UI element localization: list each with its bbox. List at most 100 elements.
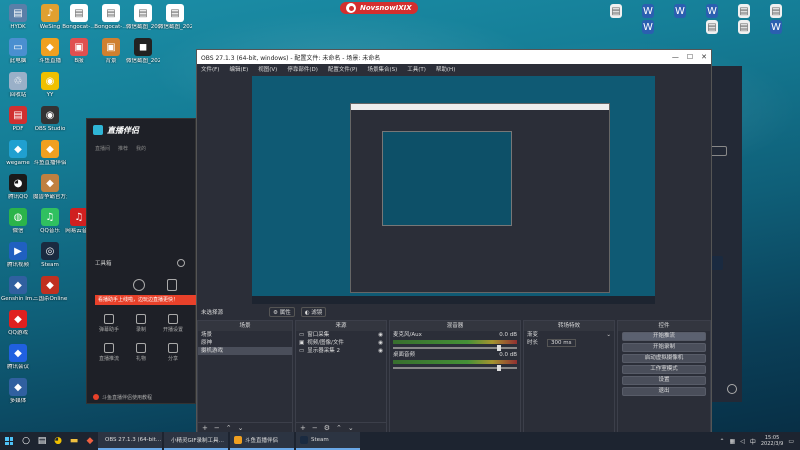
desktop-icon[interactable]: ▶ 腾讯视频 bbox=[1, 242, 35, 268]
menu-item[interactable]: 编辑(E) bbox=[229, 65, 248, 73]
document-icon[interactable]: W bbox=[668, 4, 692, 20]
eye-icon[interactable]: ◉ bbox=[378, 348, 383, 354]
volume-icon[interactable]: ◁ bbox=[740, 438, 745, 445]
desktop-icon[interactable]: ▭ 此电脑 bbox=[1, 38, 35, 64]
desktop-icon[interactable]: ▣ B服 bbox=[62, 38, 96, 64]
add-icon[interactable] bbox=[727, 384, 737, 394]
eye-icon[interactable]: ◉ bbox=[378, 340, 383, 346]
eye-icon[interactable]: ◉ bbox=[378, 332, 383, 338]
desktop-icon[interactable]: ▤ Bongocat-… bbox=[94, 4, 128, 30]
transition-duration[interactable]: 时长 300 ms bbox=[524, 339, 614, 347]
close-icon[interactable]: ✕ bbox=[701, 53, 707, 61]
scene-item[interactable]: 场景 bbox=[198, 331, 292, 339]
document-icon[interactable]: W bbox=[764, 20, 788, 36]
desktop-icon[interactable]: ▤ 微信截图_2022… bbox=[126, 4, 160, 30]
folder-icon[interactable]: ▬ bbox=[66, 432, 82, 450]
tool-item[interactable]: 直播推流 bbox=[93, 343, 125, 362]
bag-icon[interactable] bbox=[167, 279, 177, 291]
menu-item[interactable]: 视图(V) bbox=[258, 65, 277, 73]
start-recording-button[interactable]: 开始录制 bbox=[622, 343, 706, 352]
start-virtual-camera-button[interactable]: 启动虚拟摄像机 bbox=[622, 354, 706, 363]
document-icon[interactable]: W bbox=[636, 4, 660, 20]
remove-icon[interactable]: − bbox=[214, 424, 220, 432]
tab-mine[interactable]: 我的 bbox=[136, 145, 146, 152]
desktop-icon[interactable]: ◆ 斗鱼直播伴侣 bbox=[33, 140, 67, 166]
add-icon[interactable]: + bbox=[202, 424, 208, 432]
source-item[interactable]: ▭ 显示器采集 2 ◉ bbox=[296, 347, 386, 355]
desktop-icon[interactable]: ◆ 腾讯会议 bbox=[1, 344, 35, 370]
gear-icon[interactable]: ⚙ bbox=[324, 424, 330, 432]
taskbar-task[interactable]: 斗鱼直播伴侣 bbox=[230, 432, 294, 450]
desktop-icon[interactable]: ◉ OBS Studio bbox=[33, 106, 67, 132]
desktop-icon[interactable]: ◆ 魔兽争霸官方对战平台 bbox=[33, 174, 67, 200]
desktop-icon[interactable]: ▤ Bongocat-… bbox=[62, 4, 96, 30]
document-icon[interactable]: ▤ bbox=[732, 20, 756, 36]
add-icon[interactable]: + bbox=[300, 424, 306, 432]
task-view-icon[interactable]: ▤ bbox=[34, 432, 50, 450]
desktop-icon[interactable]: ◕ 腾讯QQ bbox=[1, 174, 35, 200]
settings-button[interactable]: 设置 bbox=[622, 376, 706, 385]
start-button[interactable] bbox=[0, 432, 18, 450]
tool-item[interactable]: 录制 bbox=[125, 314, 157, 333]
live-companion-window[interactable]: 直播伴侣 直播间 推荐 我的 工具箱 看播助手上线啦，边玩边直播更快！ 弹幕助手… bbox=[86, 118, 197, 404]
desktop-icon[interactable]: ◉ YY bbox=[33, 72, 67, 98]
studio-mode-button[interactable]: 工作室模式 bbox=[622, 365, 706, 374]
menu-item[interactable]: 配置文件(P) bbox=[328, 65, 358, 73]
remove-icon[interactable]: − bbox=[312, 424, 318, 432]
desktop-icon[interactable]: ◆ wegame bbox=[1, 140, 35, 166]
document-icon[interactable]: ▤ bbox=[764, 4, 788, 20]
document-icon[interactable]: W bbox=[636, 20, 660, 36]
notification-icon[interactable]: ▭ bbox=[788, 438, 794, 445]
taskbar-task[interactable]: OBS 27.1.3 (64-bit… bbox=[98, 432, 162, 450]
bird-icon[interactable]: ◆ bbox=[82, 432, 98, 450]
chevron-up-icon[interactable]: ⌃ bbox=[336, 424, 342, 432]
tool-item[interactable]: 礼物 bbox=[125, 343, 157, 362]
desktop-icon[interactable]: ◍ 微信 bbox=[1, 208, 35, 234]
maximize-icon[interactable]: ☐ bbox=[687, 53, 693, 61]
menu-item[interactable]: 文件(F) bbox=[201, 65, 219, 73]
filters-button[interactable]: ◐ 滤镜 bbox=[300, 307, 327, 317]
start-streaming-button[interactable]: 开始推流 bbox=[622, 332, 706, 341]
desktop-icon[interactable]: ♲ 回收站 bbox=[1, 72, 35, 98]
menu-item[interactable]: 工具(T) bbox=[407, 65, 426, 73]
taskbar-task[interactable]: 小精灵GIF录制工具… bbox=[164, 432, 228, 450]
network-icon[interactable]: ▦ bbox=[730, 438, 736, 445]
obs-window[interactable]: OBS 27.1.3 (64-bit, windows) - 配置文件: 未命名… bbox=[196, 49, 712, 434]
tool-item[interactable]: 分享 bbox=[157, 343, 189, 362]
taskbar-task[interactable]: Steam bbox=[296, 432, 360, 450]
exit-button[interactable]: 退出 bbox=[622, 387, 706, 396]
chevron-down-icon[interactable]: ⌄ bbox=[238, 424, 244, 432]
tool-item[interactable]: 弹幕助手 bbox=[93, 314, 125, 333]
minimize-icon[interactable]: — bbox=[672, 53, 679, 61]
desktop-icon[interactable]: ◼ 微信截图_2022… bbox=[126, 38, 160, 64]
scene-item[interactable]: 原神 bbox=[198, 339, 292, 347]
document-icon[interactable]: ▤ bbox=[604, 4, 628, 20]
desktop-icon[interactable]: ▤ 微信截图_2022… bbox=[158, 4, 192, 30]
desktop-icon[interactable]: ▤ PDF bbox=[1, 106, 35, 132]
document-icon[interactable]: ▤ bbox=[732, 4, 756, 20]
search-icon[interactable]: ○ bbox=[18, 432, 34, 450]
promo-banner[interactable]: 看播助手上线啦，边玩边直播更快！ bbox=[95, 295, 197, 305]
tab-live-room[interactable]: 直播间 bbox=[95, 145, 110, 152]
clock[interactable]: 15:05 2022/3/9 bbox=[761, 435, 783, 447]
chevron-up-icon[interactable]: ⌃ bbox=[226, 424, 232, 432]
volume-slider[interactable] bbox=[393, 345, 517, 351]
transition-select[interactable]: 渐变 ⌄ bbox=[524, 331, 614, 339]
chrome-icon[interactable]: ◕ bbox=[50, 432, 66, 450]
desktop-icon[interactable]: ◆ QQ游戏 bbox=[1, 310, 35, 336]
desktop-icon[interactable]: ◆ 多媒体 bbox=[1, 378, 35, 404]
desktop-icon[interactable]: ◆ 三国杀Online bbox=[33, 276, 67, 302]
tab-recommend[interactable]: 推荐 bbox=[118, 145, 128, 152]
desktop-icon[interactable]: ▣ 背景 bbox=[94, 38, 128, 64]
chevron-down-icon[interactable]: ⌄ bbox=[348, 424, 354, 432]
document-icon[interactable]: ▤ bbox=[700, 20, 724, 36]
menu-item[interactable]: 帮助(H) bbox=[436, 65, 455, 73]
user-icon[interactable] bbox=[133, 279, 145, 291]
tool-item[interactable]: 开播设置 bbox=[157, 314, 189, 333]
input-language[interactable]: 中 bbox=[750, 437, 756, 446]
menu-item[interactable]: 停靠部件(D) bbox=[287, 65, 318, 73]
toolbox-toggle-icon[interactable] bbox=[177, 259, 185, 267]
menu-item[interactable]: 场景集合(S) bbox=[367, 65, 397, 73]
volume-slider[interactable] bbox=[393, 365, 517, 371]
tutorial-link[interactable]: 斗鱼直播伴侣使用教程 bbox=[87, 391, 195, 403]
